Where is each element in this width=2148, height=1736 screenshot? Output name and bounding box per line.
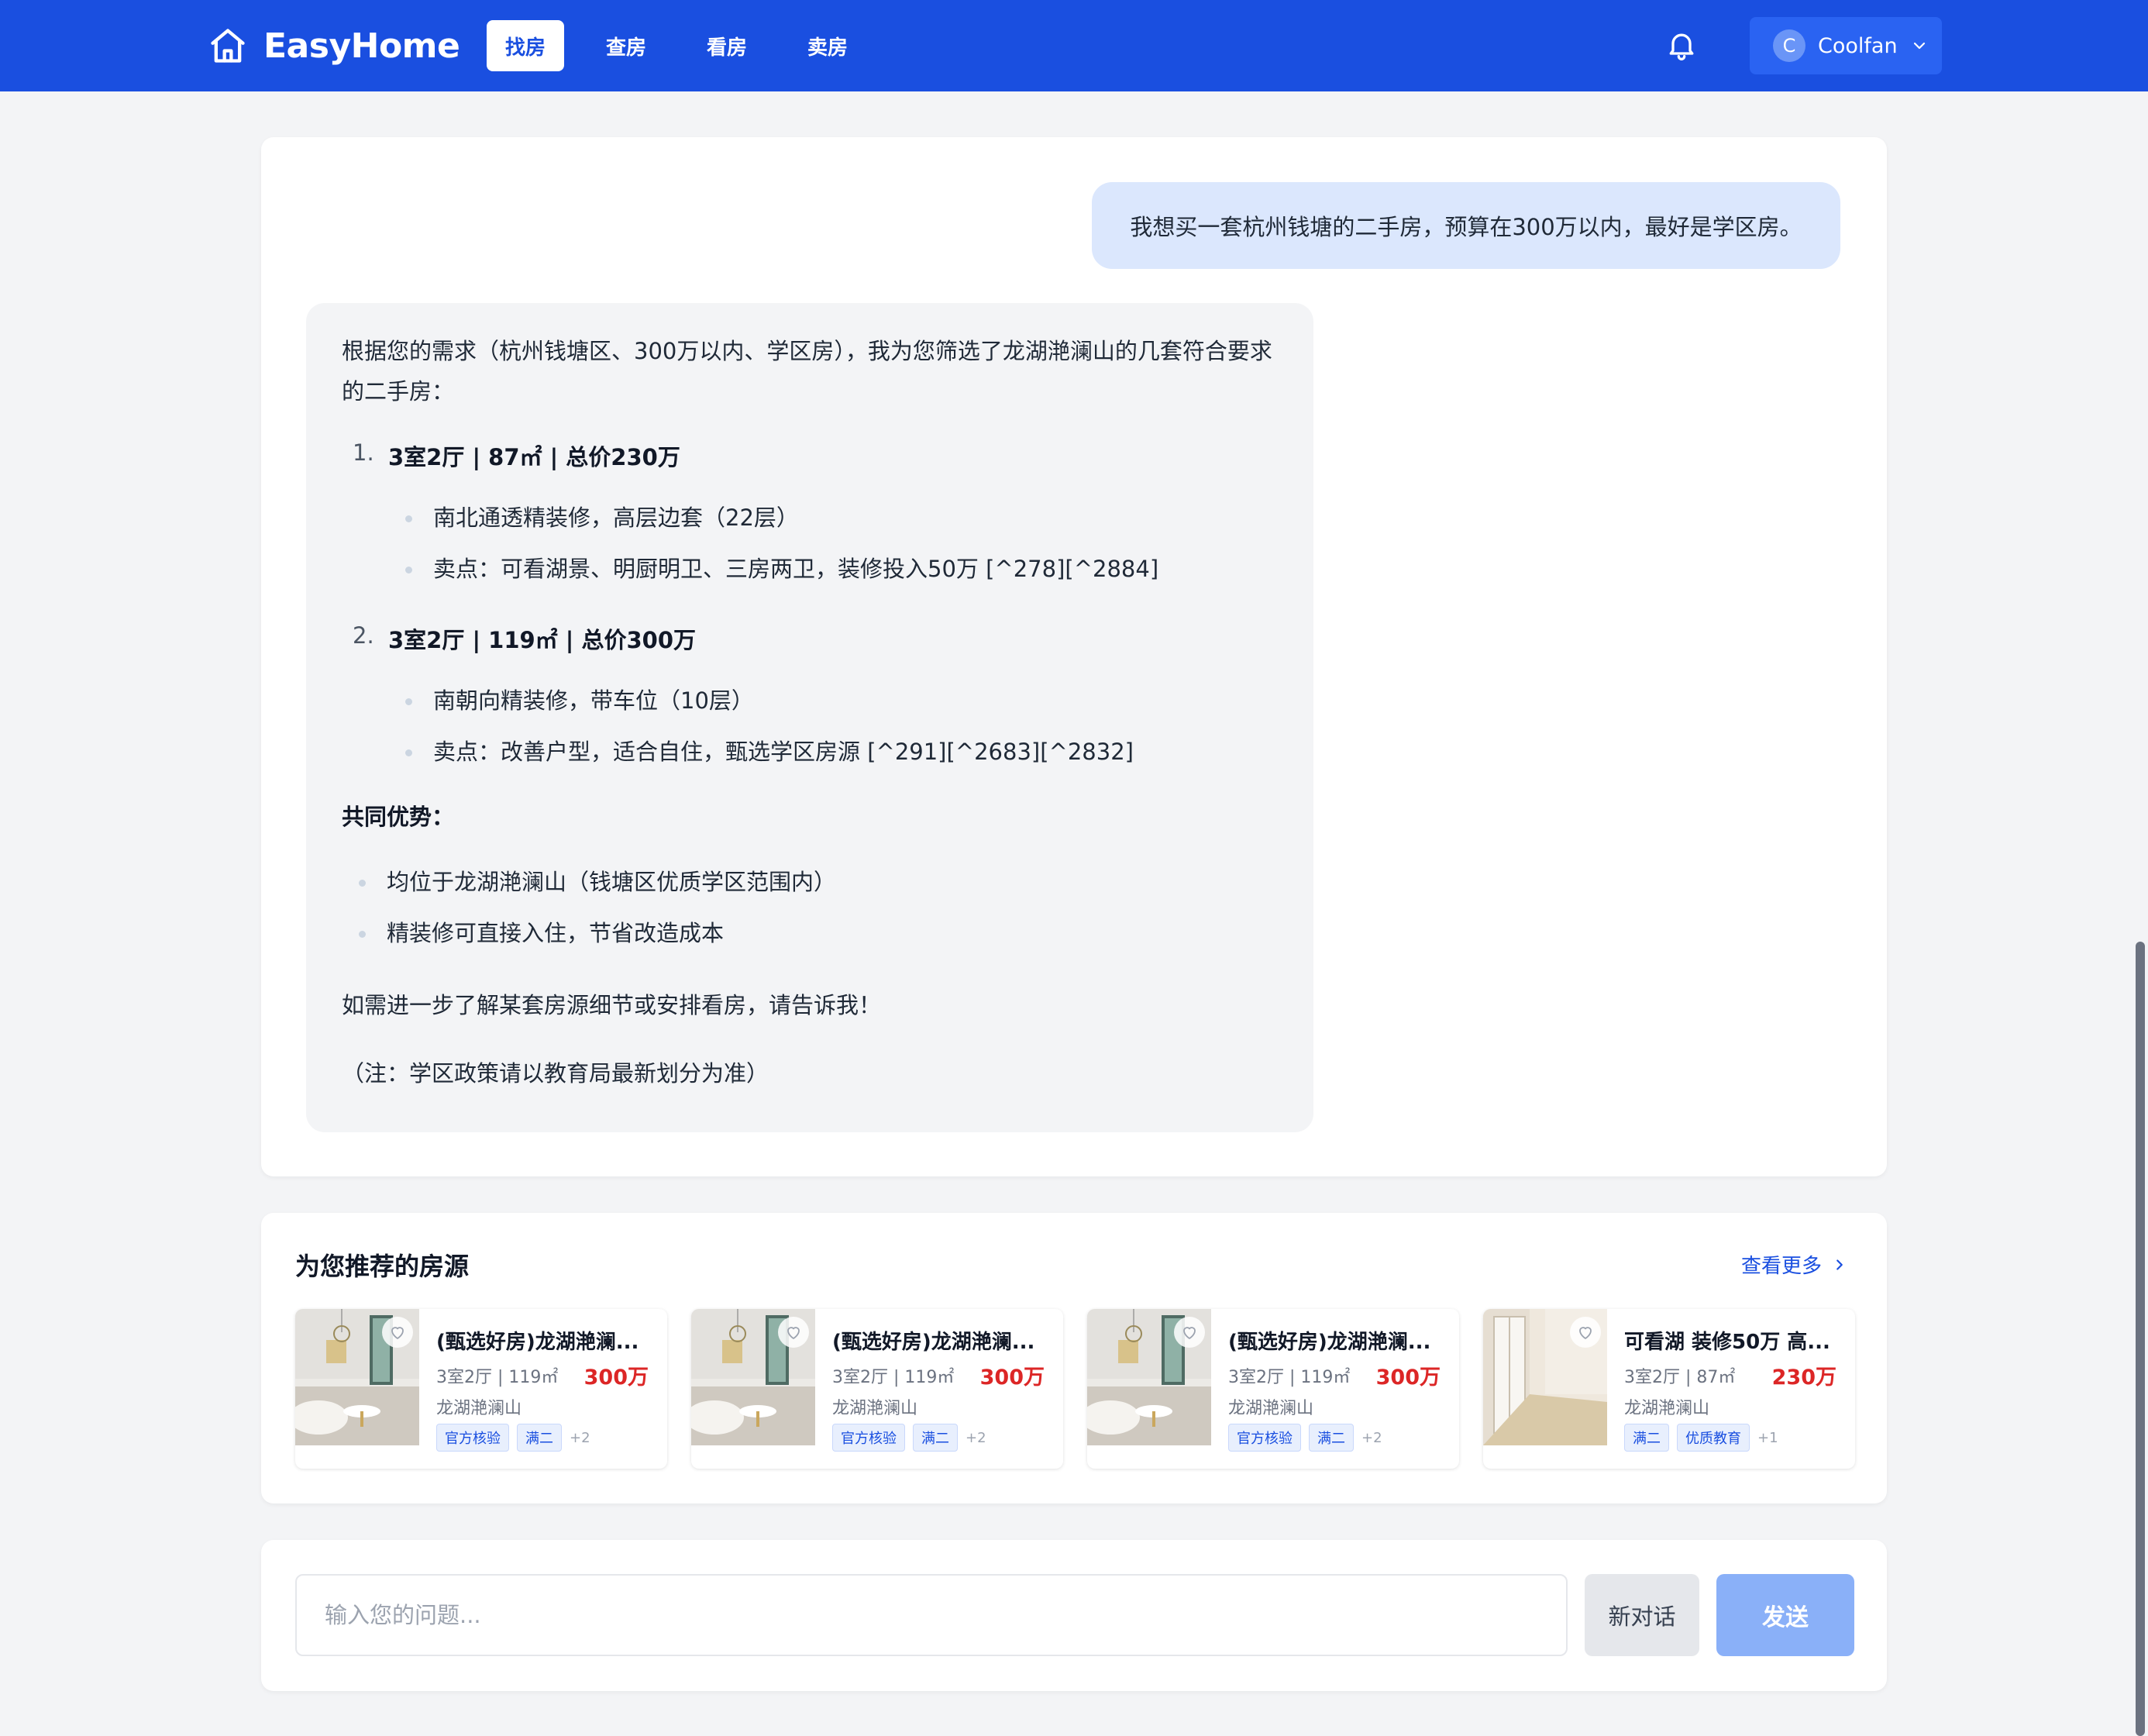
listing-spec: 3室2厅 | 119㎡ [1228,1368,1351,1387]
home-icon [211,29,245,63]
user-menu-button[interactable]: C Coolfan [1750,17,1942,74]
chevron-right-icon [1836,1259,1843,1270]
favorite-button[interactable] [1570,1317,1601,1348]
list-number: 1. [353,439,374,466]
send-button[interactable]: 发送 [1716,1574,1854,1656]
listing-spec: 3室2厅 | 119㎡ [436,1368,559,1387]
favorite-button[interactable] [382,1317,413,1348]
listing-community: 龙湖滟澜山 [1228,1399,1314,1418]
listing-title: 可看湖 装修50万 高... [1624,1331,1830,1354]
listing-spec: 3室2厅 | 119㎡ [832,1368,955,1387]
user-message: 我想买一套杭州钱塘的二手房，预算在300万以内，最好是学区房。 [1092,182,1840,269]
listing-summary-1: 1. 3室2厅 | 87㎡ | 总价230万 [342,439,1278,472]
heart-icon [787,1327,800,1339]
listing-price: 300万 [1375,1366,1441,1390]
listing-price: 300万 [583,1366,649,1390]
listing-card[interactable]: (甄选好房)龙湖滟澜... 3室2厅 | 119㎡ 300万 龙湖滟澜山 官方核… [295,1309,667,1469]
listing-tags: 官方核验 满二 +2 [436,1424,590,1452]
listing-community: 龙湖滟澜山 [832,1399,918,1418]
nav-find-house[interactable]: 找房 [487,20,565,71]
listing-tag: 官方核验 [832,1424,905,1452]
recommendations-panel: 为您推荐的房源 查看更多 (甄选好房)龙湖滟澜... 3室2厅 | 119㎡ 3… [261,1213,1887,1504]
main-nav: 找房 查房 看房 卖房 [487,20,866,71]
listing-title: (甄选好房)龙湖滟澜... [832,1331,1035,1354]
listing-card[interactable]: (甄选好房)龙湖滟澜... 3室2厅 | 119㎡ 300万 龙湖滟澜山 官方核… [691,1309,1063,1469]
scrollbar[interactable] [2136,942,2145,1736]
list-item: 精装修可直接入住，节省改造成本 [359,908,1278,959]
list-item: 南朝向精装修，带车位（10层） [405,675,1278,726]
listing-tags: 满二 优质教育 +1 [1624,1424,1778,1452]
listing-spec: 3室2厅 | 87㎡ [1624,1368,1736,1387]
listing-price: 300万 [979,1366,1045,1390]
view-more-link[interactable]: 查看更多 [1741,1250,1848,1279]
more-tags-count: +1 [1757,1429,1778,1446]
bell-icon[interactable] [1664,28,1699,62]
more-tags-count: +2 [966,1429,986,1446]
listing-tag: 官方核验 [436,1424,509,1452]
favorite-button[interactable] [1174,1317,1205,1348]
new-chat-button[interactable]: 新对话 [1585,1574,1699,1656]
listing-summary-title: 3室2厅 | 87㎡ | 总价230万 [388,444,680,470]
listing-tags: 官方核验 满二 +2 [832,1424,986,1452]
listing-tag: 满二 [517,1424,562,1452]
heart-icon [1183,1327,1196,1339]
listing-tag: 官方核验 [1228,1424,1301,1452]
listing-community: 龙湖滟澜山 [1624,1399,1710,1418]
question-input[interactable] [295,1574,1568,1656]
nav-view-house[interactable]: 看房 [688,20,766,71]
brand-logo[interactable]: EasyHome [208,23,460,68]
heart-icon [391,1327,404,1339]
nav-check-house[interactable]: 查房 [587,20,665,71]
recommendations-title: 为您推荐的房源 [295,1252,470,1281]
view-more-label: 查看更多 [1740,1255,1822,1278]
listing-tags: 官方核验 满二 +2 [1228,1424,1382,1452]
assistant-intro: 根据您的需求（杭州钱塘区、300万以内、学区房），我为您筛选了龙湖滟澜山的几套符… [342,338,1272,405]
advantages-list: 均位于龙湖滟澜山（钱塘区优质学区范围内） 精装修可直接入住，节省改造成本 [342,856,1278,959]
assistant-message: 根据您的需求（杭州钱塘区、300万以内、学区房），我为您筛选了龙湖滟澜山的几套符… [306,303,1313,1132]
listing-title: (甄选好房)龙湖滟澜... [436,1331,639,1354]
listing-price: 230万 [1771,1366,1836,1390]
listing-tag: 满二 [1624,1424,1669,1452]
user-name: Coolfan [1818,33,1898,58]
avatar: C [1773,29,1805,62]
more-tags-count: +2 [1361,1429,1382,1446]
listing-tag: 满二 [913,1424,958,1452]
listing-summary-title: 3室2厅 | 119㎡ | 总价300万 [388,627,696,653]
listing-tag: 满二 [1309,1424,1354,1452]
heart-icon [1579,1327,1592,1339]
top-navbar: EasyHome 找房 查房 看房 卖房 C Coolfan [0,0,2148,91]
listing-points: 南北通透精装修，高层边套（22层） 卖点：可看湖景、明厨明卫、三房两卫，装修投入… [342,492,1278,594]
listing-summary-2: 2. 3室2厅 | 119㎡ | 总价300万 [342,622,1278,655]
list-item: 卖点：可看湖景、明厨明卫、三房两卫，装修投入50万 [^278][^2884] [405,543,1278,594]
listing-card[interactable]: 可看湖 装修50万 高... 3室2厅 | 87㎡ 230万 龙湖滟澜山 满二优… [1483,1309,1855,1469]
brand-name: EasyHome [263,26,460,66]
chat-panel: 我想买一套杭州钱塘的二手房，预算在300万以内，最好是学区房。 根据您的需求（杭… [261,137,1887,1176]
list-number: 2. [353,622,374,649]
list-item: 卖点：改善户型，适合自住，甄选学区房源 [^291][^2683][^2832] [405,726,1278,777]
more-tags-count: +2 [570,1429,590,1446]
input-panel: 新对话 发送 [261,1540,1887,1691]
listing-card[interactable]: (甄选好房)龙湖滟澜... 3室2厅 | 119㎡ 300万 龙湖滟澜山 官方核… [1087,1309,1459,1469]
advantages-title: 共同优势： [342,804,455,830]
listing-title: (甄选好房)龙湖滟澜... [1228,1331,1431,1354]
chevron-down-icon [1913,42,1925,50]
listing-community: 龙湖滟澜山 [436,1399,522,1418]
favorite-button[interactable] [778,1317,809,1348]
closing-text: 如需进一步了解某套房源细节或安排看房，请告诉我！ [342,992,882,1018]
listing-points: 南朝向精装修，带车位（10层） 卖点：改善户型，适合自住，甄选学区房源 [^29… [342,675,1278,777]
list-item: 均位于龙湖滟澜山（钱塘区优质学区范围内） [359,856,1278,908]
nav-sell-house[interactable]: 卖房 [789,20,866,71]
note-text: （注：学区政策请以教育局最新划分为准） [342,1060,769,1087]
list-item: 南北通透精装修，高层边套（22层） [405,492,1278,543]
listing-tag: 优质教育 [1677,1424,1750,1452]
